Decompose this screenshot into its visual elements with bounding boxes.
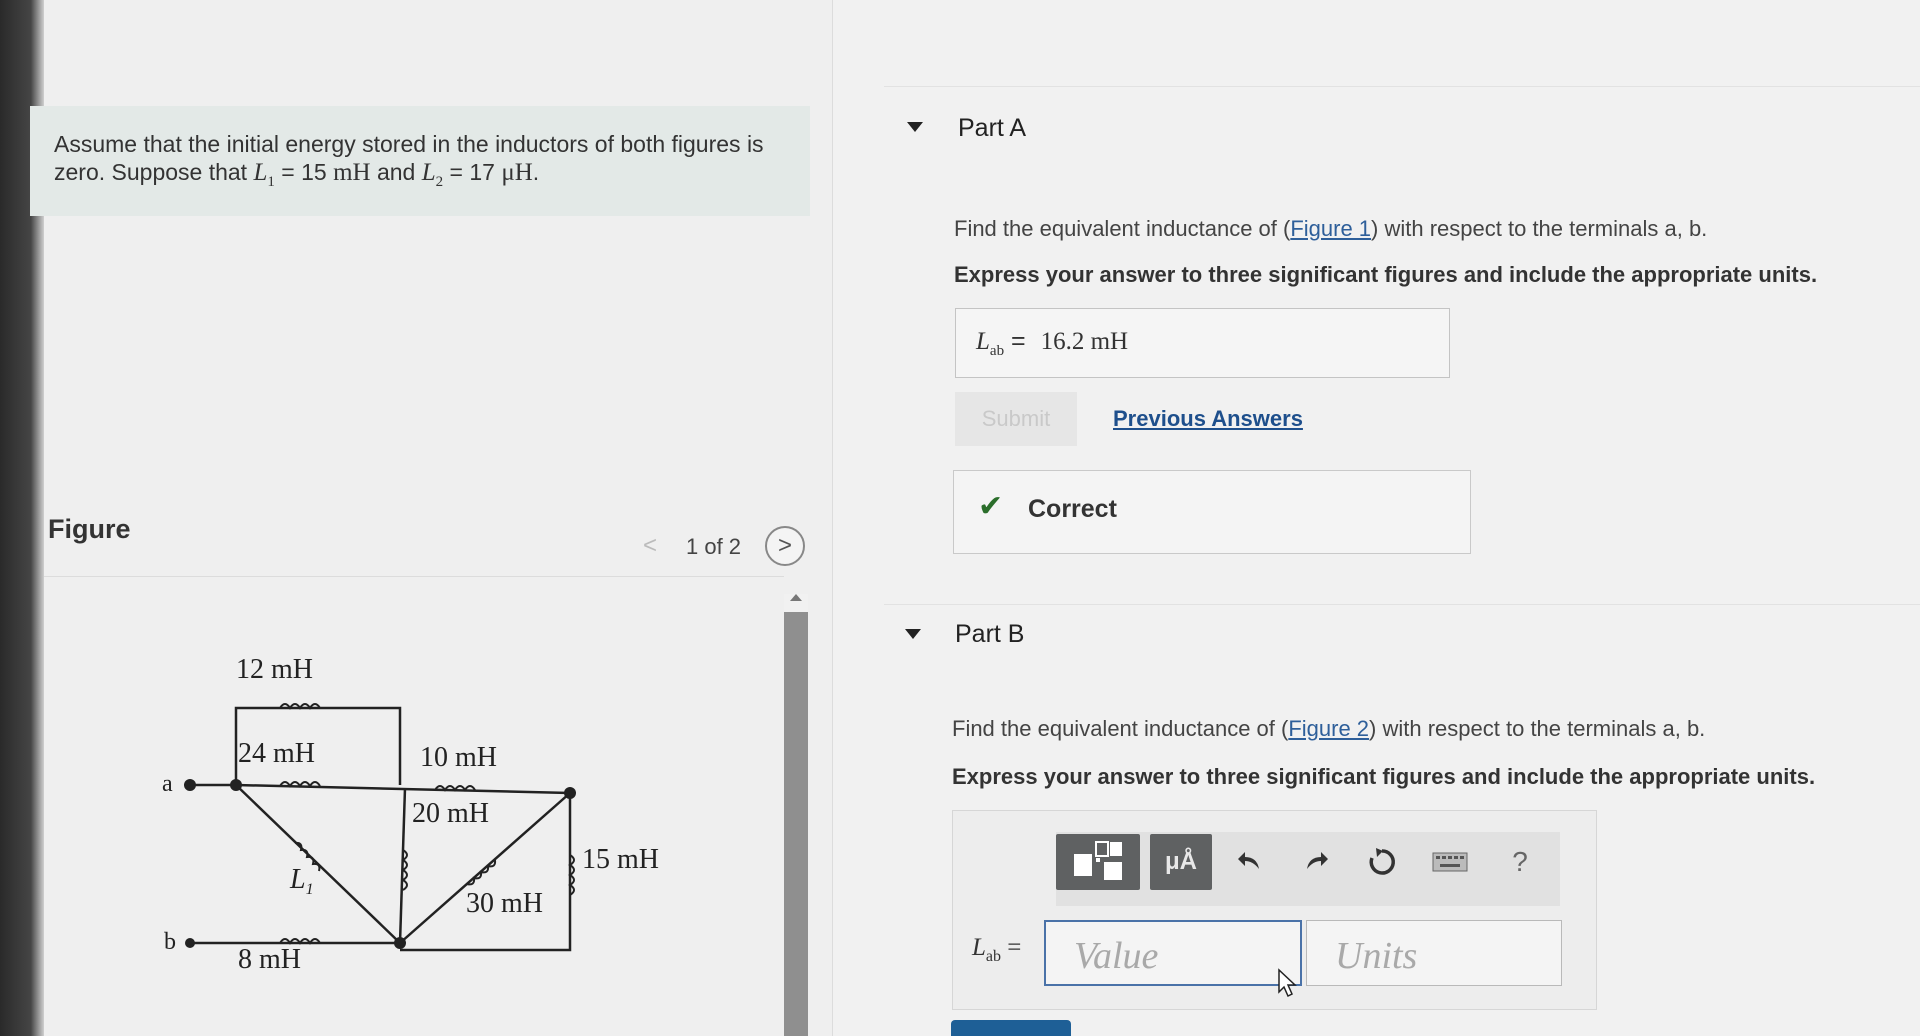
problem-line-1: Assume that the initial energy stored in… xyxy=(54,131,764,157)
part-b-question: Find the equivalent inductance of (Figur… xyxy=(952,716,1705,742)
part-b-title[interactable]: Part B xyxy=(955,620,1024,649)
figure-scrollbar-thumb[interactable] xyxy=(784,612,808,1036)
part-a-answer-value: 16.2 mH xyxy=(1040,328,1129,355)
l2-unit: μH xyxy=(501,159,533,186)
label-30mh: 30 mH xyxy=(466,888,543,919)
label-20mh: 20 mH xyxy=(412,798,489,829)
part-b-submit-button[interactable] xyxy=(951,1020,1071,1036)
label-10mh: 10 mH xyxy=(420,742,497,773)
part-a-question: Find the equivalent inductance of (Figur… xyxy=(954,216,1707,242)
undo-icon[interactable] xyxy=(1226,834,1274,890)
section-divider xyxy=(884,86,1920,87)
part-b-question-post: ) with respect to the terminals a, b. xyxy=(1369,716,1706,741)
keyboard-icon[interactable] xyxy=(1426,834,1474,890)
reset-icon[interactable] xyxy=(1358,834,1406,890)
part-b-collapse-icon[interactable] xyxy=(905,629,921,639)
correct-label: Correct xyxy=(1028,495,1117,523)
problem-line-2: zero. Suppose that L1 = 15 mH and L2 = 1… xyxy=(54,158,790,196)
label-24mh: 24 mH xyxy=(238,738,315,769)
part-a-feedback: ✔ Correct xyxy=(953,470,1471,554)
figure-pager: < 1 of 2 > xyxy=(630,522,810,568)
circuit-diagram: 12 mH 24 mH 10 mH 20 mH 15 mH 30 mH 8 mH… xyxy=(162,654,659,975)
checkmark-icon: ✔ xyxy=(978,490,1004,523)
figure-2-link[interactable]: Figure 2 xyxy=(1288,716,1369,741)
l1-value: = 15 xyxy=(281,159,327,185)
part-b-instruction: Express your answer to three significant… xyxy=(952,764,1816,789)
part-b-input-label: Lab = xyxy=(972,934,1022,965)
part-a-answer-variable: Lab xyxy=(976,328,1005,359)
part-a-question-post: ) with respect to the terminals a, b. xyxy=(1371,216,1708,241)
help-icon[interactable]: ? xyxy=(1496,834,1544,890)
part-a-answer-equals: = xyxy=(1011,327,1026,355)
figure-1-link[interactable]: Figure 1 xyxy=(1290,216,1371,241)
section-divider xyxy=(884,604,1920,605)
label-12mh: 12 mH xyxy=(236,654,313,685)
problem-statement: Assume that the initial energy stored in… xyxy=(30,106,810,216)
part-a-submit-button[interactable]: Submit xyxy=(955,392,1077,446)
next-figure-button[interactable]: > xyxy=(765,526,805,566)
l2-variable: L2 xyxy=(421,159,444,190)
label-8mh: 8 mH xyxy=(238,944,301,975)
l1-unit: mH xyxy=(333,159,371,186)
mouse-pointer-icon xyxy=(1278,968,1297,998)
scroll-up-arrow-icon[interactable] xyxy=(790,594,802,601)
previous-figure-button[interactable]: < xyxy=(630,526,670,566)
label-l1: L1 xyxy=(289,864,314,898)
problem-end: . xyxy=(532,159,540,185)
label-15mh: 15 mH xyxy=(582,844,659,875)
and-word: and xyxy=(376,159,416,185)
part-a-submitted-answer: Lab = 16.2 mH xyxy=(955,308,1450,378)
terminal-b-label: b xyxy=(164,929,176,955)
l2-value: = 17 xyxy=(449,159,495,185)
l1-variable: L1 xyxy=(253,159,275,190)
equation-toolbar: μÅ ? xyxy=(1056,832,1560,906)
value-input[interactable] xyxy=(1044,920,1302,986)
units-input[interactable] xyxy=(1306,920,1562,986)
part-a-collapse-icon[interactable] xyxy=(907,122,923,132)
part-a-instruction: Express your answer to three significant… xyxy=(954,262,1818,287)
figure-heading: Figure xyxy=(48,514,131,544)
templates-button[interactable] xyxy=(1056,834,1140,890)
problem-line-2-prefix: zero. Suppose that xyxy=(54,159,254,185)
templates-icon xyxy=(1074,841,1122,880)
part-b-question-pre: Find the equivalent inductance of ( xyxy=(952,716,1289,741)
part-a-title[interactable]: Part A xyxy=(958,114,1026,143)
figure-page-indicator: 1 of 2 xyxy=(686,534,742,559)
figure-divider xyxy=(44,576,784,577)
terminal-a-label: a xyxy=(162,771,173,797)
previous-answers-link[interactable]: Previous Answers xyxy=(1113,406,1303,432)
part-a-question-pre: Find the equivalent inductance of ( xyxy=(954,216,1291,241)
units-button[interactable]: μÅ xyxy=(1150,834,1212,890)
redo-icon[interactable] xyxy=(1292,834,1340,890)
